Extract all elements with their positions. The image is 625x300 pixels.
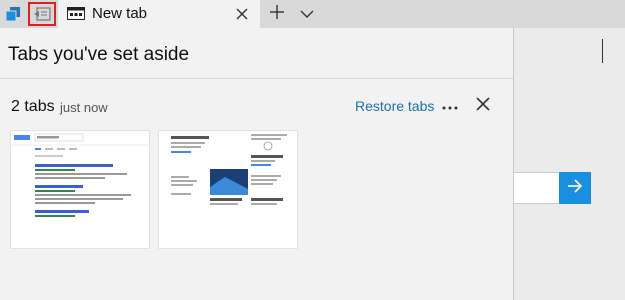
new-tab-button[interactable] — [264, 0, 290, 28]
close-icon[interactable] — [230, 4, 254, 24]
address-caret — [602, 39, 603, 63]
tabs-set-aside-panel: Tabs you've set aside 2 tabs just now Re… — [0, 28, 514, 300]
search-results-thumbnail[interactable] — [10, 130, 150, 249]
plus-icon — [270, 4, 284, 24]
divider — [0, 78, 513, 79]
more-options-button[interactable] — [438, 94, 462, 118]
tab-new-tab[interactable]: New tab — [58, 0, 260, 28]
tabs-icon[interactable] — [0, 0, 26, 28]
restore-tabs-link[interactable]: Restore tabs — [355, 98, 434, 114]
page-favicon-icon — [67, 7, 85, 25]
chevron-down-icon — [300, 5, 314, 23]
tab-group-time: just now — [60, 100, 108, 115]
article-thumbnail[interactable] — [158, 130, 298, 249]
panel-title: Tabs you've set aside — [8, 44, 190, 65]
search-input[interactable] — [514, 172, 559, 204]
tab-list-button[interactable] — [294, 0, 320, 28]
remove-tab-group-button[interactable] — [471, 94, 495, 118]
search-go-button[interactable] — [559, 172, 591, 204]
arrow-right-icon — [567, 178, 583, 198]
tab-bar: New tab — [0, 0, 625, 28]
close-icon — [476, 96, 490, 116]
set-aside-icon[interactable] — [28, 2, 56, 26]
more-icon — [442, 97, 458, 115]
tab-title: New tab — [92, 5, 148, 22]
new-tab-page-background — [514, 28, 625, 300]
tab-group-count: 2 tabs — [11, 98, 55, 115]
